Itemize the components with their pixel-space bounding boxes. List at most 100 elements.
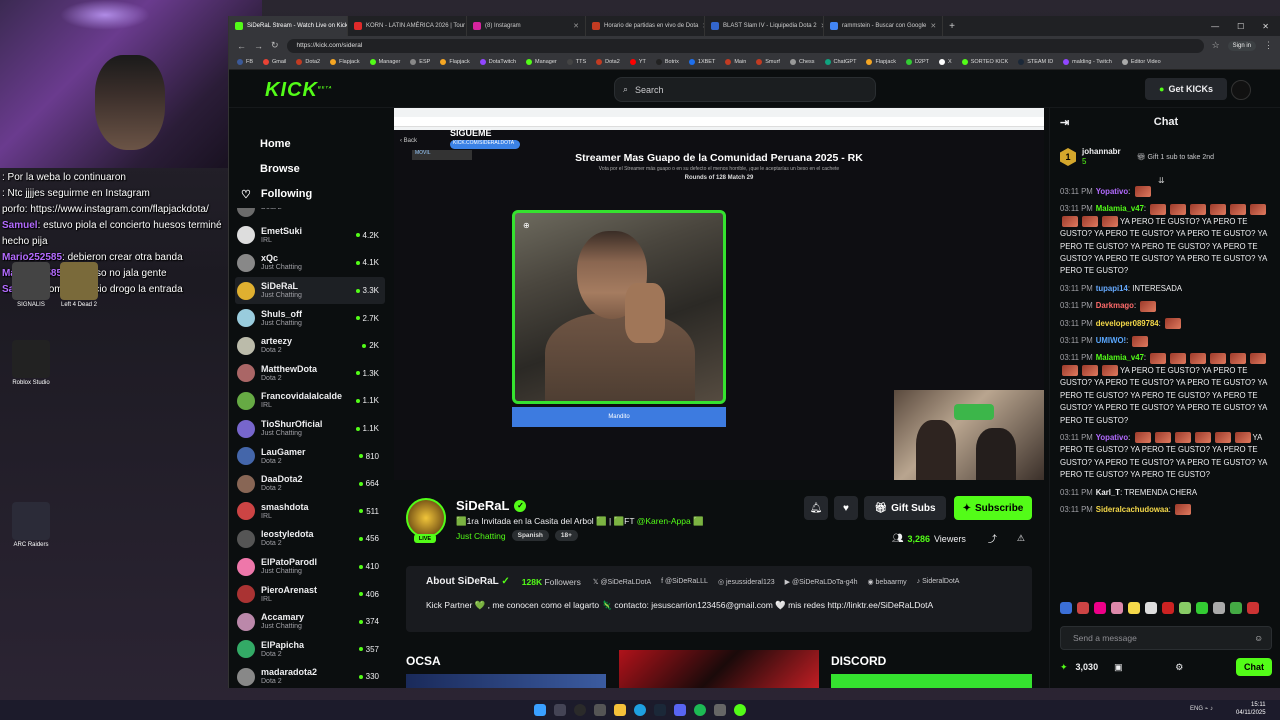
sidebar-channel[interactable]: smashdota IRL 511 xyxy=(235,498,385,526)
discord-icon[interactable] xyxy=(674,704,686,716)
bookmark-item[interactable]: YT xyxy=(629,59,646,65)
emote-icon[interactable] xyxy=(1196,602,1208,614)
bookmark-item[interactable]: Flapjack xyxy=(440,59,470,65)
bookmark-item[interactable]: STEAM ID xyxy=(1018,59,1053,65)
app-icon[interactable] xyxy=(594,704,606,716)
sidebar-channel[interactable]: LauGamer Dota 2 810 xyxy=(235,442,385,470)
desktop-icon[interactable]: ARC Raiders xyxy=(4,502,58,548)
browser-tab[interactable]: rammstein - Buscar con Google ✕ xyxy=(824,16,943,36)
nav-browse[interactable]: Browse xyxy=(260,163,300,175)
emote-icon[interactable] xyxy=(1060,602,1072,614)
tag-mature[interactable]: 18+ xyxy=(554,530,578,541)
emote-icon[interactable] xyxy=(1179,602,1191,614)
desktop-icon[interactable]: Left 4 Dead 2 xyxy=(52,262,106,308)
get-kicks-button[interactable]: ● Get KICKs xyxy=(1145,78,1227,100)
bookmark-item[interactable]: FB xyxy=(237,59,253,65)
bookmark-item[interactable]: Gmail xyxy=(263,59,286,65)
social-link[interactable]: ◎ jesussideral123 xyxy=(718,578,775,586)
steam-icon[interactable] xyxy=(654,704,666,716)
bookmark-item[interactable]: Smurf xyxy=(756,59,780,65)
panel-image-discord[interactable] xyxy=(831,674,1032,688)
sidebar-channel[interactable]: Francovidalalcalde IRL 1.1K xyxy=(235,387,385,415)
sidebar-channel[interactable]: PieroArenast IRL 406 xyxy=(235,580,385,608)
chat-username[interactable]: tupapi14 xyxy=(1096,284,1128,293)
browser-tab[interactable]: Horario de partidas en vivo de Dota✕ xyxy=(586,16,705,36)
emote-icon[interactable] xyxy=(1162,602,1174,614)
sidebar-channel[interactable]: leostyledota Dota 2 456 xyxy=(235,525,385,553)
social-link[interactable]: ♪ SideralDotA xyxy=(917,578,960,586)
close-window-button[interactable]: ✕ xyxy=(1262,22,1269,31)
video-player[interactable]: SIGUEME KICK.COM/SIDERALDOTA MOVIL ‹ Bac… xyxy=(394,108,1044,480)
subscribe-button[interactable]: ✦ Subscribe xyxy=(954,496,1032,520)
emote-icon[interactable] xyxy=(1077,602,1089,614)
chat-username[interactable]: developer089784 xyxy=(1096,319,1159,328)
sidebar-channel[interactable]: TioShurOficial Just Chatting 1.1K xyxy=(235,415,385,443)
category-link[interactable]: Just Chatting xyxy=(456,531,506,541)
chat-username[interactable]: Karl_T xyxy=(1096,488,1120,497)
emote-icon[interactable] xyxy=(1247,602,1259,614)
desktop-icon[interactable]: Roblox Studio xyxy=(4,340,58,386)
sidebar-channel[interactable]: DaaDota2 Dota 2 664 xyxy=(235,470,385,498)
mention-link[interactable]: @Karen-Appa xyxy=(637,516,691,526)
chat-username[interactable]: Malamia_v47 xyxy=(1096,204,1144,213)
streamer-avatar[interactable] xyxy=(406,498,446,538)
kick-logo[interactable]: KICKBETA xyxy=(265,79,332,102)
emote-icon[interactable] xyxy=(1213,602,1225,614)
chat-username[interactable]: Yopativo xyxy=(1096,433,1128,442)
bookmark-item[interactable]: Manager xyxy=(369,59,400,65)
spotify-icon[interactable] xyxy=(694,704,706,716)
pinned-user[interactable]: johannabr xyxy=(1082,147,1121,157)
notification-bell-button[interactable]: 🔔︎ xyxy=(804,496,828,520)
browser-tab[interactable]: SiDeRaL Stream - Watch Live on Kick✕ xyxy=(229,16,348,36)
sidebar-channel[interactable]: ElPatoParodl Just Chatting 410 xyxy=(235,553,385,581)
bookmark-item[interactable]: X xyxy=(939,59,952,65)
bookmark-item[interactable]: DotaTwitch xyxy=(479,59,516,65)
star-icon[interactable]: ☆ xyxy=(1212,40,1220,51)
gift-subs-button[interactable]: 🎁︎ Gift Subs xyxy=(864,496,946,520)
nav-home[interactable]: Home xyxy=(260,138,291,150)
chat-username[interactable]: Sideralcachudowaa xyxy=(1096,505,1169,514)
menu-icon[interactable]: ⋮ xyxy=(1264,40,1273,51)
chat-settings-icon[interactable]: ⚙ xyxy=(1175,662,1183,673)
collapse-chat-icon[interactable]: ⇥ xyxy=(1060,116,1069,129)
panel-image-ocsa[interactable] xyxy=(406,674,606,688)
browser-tab[interactable]: KORN - LATIN AMÉRICA 2026 | Tour✕ xyxy=(348,16,467,36)
emote-icon[interactable] xyxy=(1145,602,1157,614)
close-tab-icon[interactable]: ✕ xyxy=(930,22,936,30)
chat-input[interactable]: Send a message ☺ xyxy=(1060,626,1272,650)
reload-icon[interactable]: ↻ xyxy=(271,40,279,51)
nav-following[interactable]: ♡ Following xyxy=(241,188,312,201)
folder-icon[interactable] xyxy=(614,704,626,716)
chat-scroll-icon[interactable]: ⇊ xyxy=(1158,176,1165,185)
bookmark-item[interactable]: Botrix xyxy=(655,59,679,65)
channel-points[interactable]: 3,030 xyxy=(1076,662,1099,672)
emote-icon[interactable] xyxy=(1111,602,1123,614)
bookmark-item[interactable]: Dota2 xyxy=(296,59,320,65)
bookmark-item[interactable]: Flapjack xyxy=(866,59,896,65)
sidebar-channel[interactable]: EmetSuki IRL 4.2K xyxy=(235,222,385,250)
gift-cta[interactable]: 🎁︎ Gift 1 sub to take 2nd xyxy=(1137,153,1214,161)
minimize-button[interactable]: — xyxy=(1211,22,1219,31)
panel-image-sideral[interactable] xyxy=(619,650,819,688)
social-link[interactable]: ▶ @SiDeRaLDoTa-g4h xyxy=(785,578,858,586)
chat-username[interactable]: UMIWO! xyxy=(1096,336,1126,345)
obs-icon[interactable] xyxy=(574,704,586,716)
search-input[interactable]: ⌕ Search xyxy=(614,77,876,102)
signin-button[interactable]: Sign in xyxy=(1227,40,1256,51)
bookmark-item[interactable]: Manager xyxy=(526,59,557,65)
edge-icon[interactable] xyxy=(634,704,646,716)
bookmark-item[interactable]: malding - Twitch xyxy=(1063,59,1112,65)
store-icon[interactable]: ▣ xyxy=(1114,662,1123,673)
browser-tab[interactable]: (8) Instagram ✕ xyxy=(467,16,586,36)
share-icon[interactable]: ⤴ xyxy=(988,532,997,545)
sidebar-channel[interactable]: Accamary Just Chatting 374 xyxy=(235,608,385,636)
bookmark-item[interactable]: Main xyxy=(725,59,746,65)
browser-tab[interactable]: BLAST Slam IV - Liquipedia Dota 2✕ xyxy=(705,16,824,36)
report-icon[interactable]: ⚠ xyxy=(1017,533,1025,544)
app-icon[interactable] xyxy=(714,704,726,716)
emote-icon[interactable] xyxy=(1230,602,1242,614)
back-icon[interactable]: ← xyxy=(237,41,246,51)
forward-icon[interactable]: → xyxy=(254,41,263,51)
sidebar-channel[interactable]: xQc Just Chatting 4.1K xyxy=(235,249,385,277)
follow-button[interactable]: ♥ xyxy=(834,496,858,520)
